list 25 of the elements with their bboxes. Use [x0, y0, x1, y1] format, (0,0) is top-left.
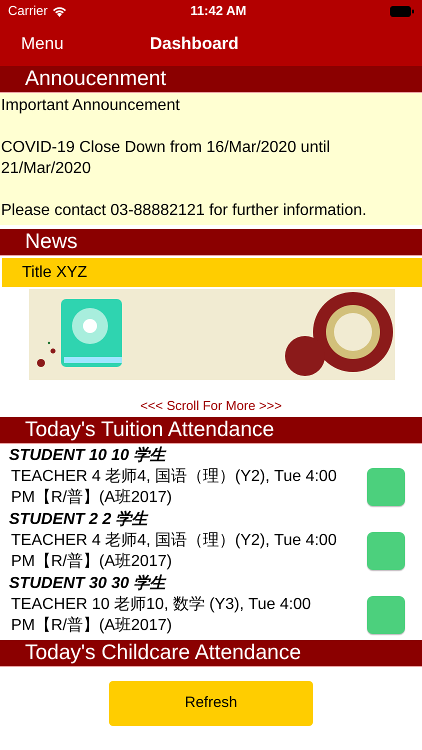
class-details: TEACHER 4 老师4, 国语（理）(Y2), Tue 4:00 PM【R/普】(A班2017) — [10, 530, 338, 572]
section-heading: News — [0, 229, 422, 256]
menu-button[interactable]: Menu — [21, 31, 64, 57]
announcement-text: Important Announcement — [1, 96, 181, 116]
student-name: STUDENT 30 30 学生 — [9, 574, 168, 594]
class-details: TEACHER 10 老师10, 数学 (Y3), Tue 4:00 PM【R/普】(A班2017) — [10, 594, 312, 636]
scroll-hint: <<< Scroll For More >>> — [139, 397, 283, 415]
student-name: STUDENT 10 10 学生 — [9, 446, 168, 466]
section-heading: Annoucenment — [0, 66, 422, 93]
section-heading: Today's Tuition Attendance — [0, 416, 422, 444]
section-heading: Today's Childcare Attendance — [0, 640, 422, 666]
battery-icon — [390, 6, 414, 16]
attendance-status-button[interactable] — [367, 532, 405, 570]
status-time: 11:42 AM — [190, 2, 246, 20]
student-name: STUDENT 2 2 学生 — [9, 510, 150, 530]
news-title[interactable]: Title XYZ — [2, 258, 422, 287]
attendance-status-button[interactable] — [367, 468, 405, 506]
carrier-label: Carrier — [8, 2, 48, 20]
wifi-icon — [52, 6, 67, 16]
screen-title: Dashboard — [150, 33, 239, 56]
refresh-button[interactable]: Refresh — [109, 680, 313, 726]
class-details: TEACHER 4 老师4, 国语（理）(Y2), Tue 4:00 PM【R/普】(A班2017) — [10, 466, 338, 508]
announcement-text: Please contact 03-88882121 for further information. — [1, 201, 368, 221]
attendance-status-button[interactable] — [367, 596, 405, 634]
announcement-text: COVID-19 Close Down from 16/Mar/2020 until 21/Mar/2020 — [1, 138, 332, 179]
